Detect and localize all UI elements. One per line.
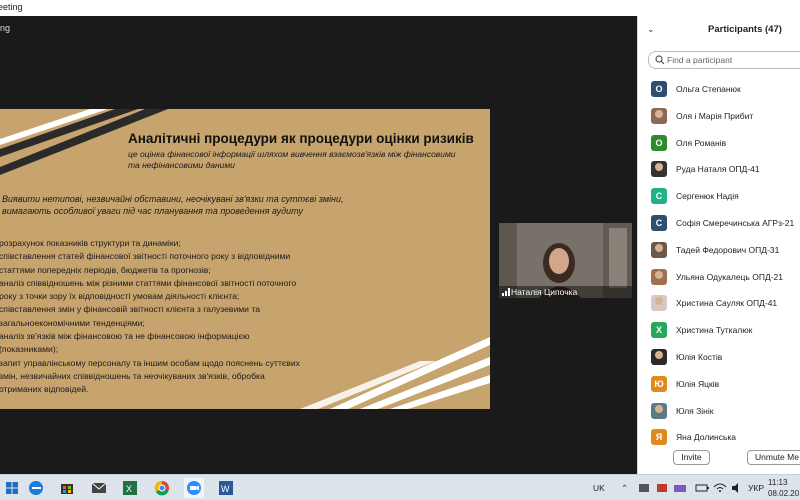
participant-list: O Ольга Степанюк Оля і Марія Прибит O Оля … (638, 76, 800, 451)
keyboard-lang-indicator[interactable]: UK (593, 475, 605, 500)
participant-name: Ульяна Одукалець ОПД-21 (676, 271, 783, 282)
avatar (651, 107, 667, 124)
participant-row[interactable]: Юля Зінік (638, 398, 800, 425)
mail-icon[interactable] (89, 478, 109, 498)
slide-line: року з точки зору їх відповідності умова… (0, 291, 240, 302)
meeting-view: ing Аналітичні процедури як процедури оц… (0, 16, 637, 474)
svg-text:X: X (126, 484, 132, 494)
participant-name: Христина Туткалюк (676, 325, 753, 336)
participant-row[interactable]: Ю Юлія Яцків (638, 371, 800, 398)
store-icon[interactable] (57, 478, 77, 498)
shared-slide: Аналітичні процедури як процедури оцінки… (0, 109, 490, 409)
slide-line: (показниками); (0, 344, 59, 355)
participant-name: Тадей Федорович ОПД-31 (676, 244, 780, 255)
svg-text:W: W (221, 484, 230, 494)
chevron-down-icon[interactable]: ⌄ (647, 24, 655, 35)
slide-line: аналіз зв'язків між фінансовою та не фін… (0, 331, 250, 342)
avatar: O (651, 81, 667, 97)
windows-start-icon[interactable] (2, 478, 22, 498)
slide-title: Аналітичні процедури як процедури оцінки… (128, 131, 474, 146)
participant-name: Юлія Костів (676, 351, 723, 362)
antivirus-icon[interactable] (654, 478, 670, 498)
participant-row[interactable]: C Сергенюк Надія (638, 183, 800, 210)
slide-line: отриманих відповідей. (0, 384, 89, 395)
slide-list: розрахунок показників структури та динам… (0, 237, 359, 397)
window-title: eeting (0, 2, 23, 12)
participants-panel: ⌄ Participants (47) O Ольга Степанюк Оля … (637, 16, 800, 474)
meeting-label: ing (0, 23, 11, 33)
participant-row[interactable]: Ульяна Одукалець ОПД-21 (638, 264, 800, 291)
avatar: C (651, 188, 667, 205)
slide-line: статтями попередніх періодів, бюджетів т… (0, 264, 211, 275)
wifi-icon[interactable] (712, 478, 728, 498)
zoom-icon[interactable] (184, 478, 204, 498)
participant-name: Христина Сауляк ОПД-41 (676, 298, 778, 309)
excel-icon[interactable]: X (120, 478, 140, 498)
participant-name: Оля Романів (676, 137, 727, 148)
slide-line: співставлення змін у фінансовій звітност… (0, 304, 260, 315)
participant-row[interactable]: X Христина Туткалюк (638, 317, 800, 344)
avatar (651, 348, 667, 365)
slide-line: запит управлінському персоналу та іншим … (0, 357, 300, 368)
slide-line: змін, незвичайних співвідношень та неочі… (0, 370, 265, 381)
avatar (651, 402, 667, 419)
slide-intro: Виявити нетипові, незвичайні обставини, … (2, 194, 344, 217)
avatar (651, 161, 667, 178)
tray-app-icon[interactable] (636, 478, 652, 498)
participant-row[interactable]: Оля і Марія Прибит (638, 103, 800, 130)
slide-line: співставлення статей фінансової звітност… (0, 251, 291, 262)
participant-name: Сергенюк Надія (676, 191, 739, 202)
clock-time: 11:13 (768, 478, 788, 487)
title-bar: eeting (0, 0, 800, 16)
volume-icon[interactable] (729, 478, 745, 498)
participant-row[interactable]: Руда Наталя ОПД-41 (638, 156, 800, 183)
avatar (651, 268, 667, 285)
chevron-up-icon[interactable]: ⌃ (621, 475, 628, 500)
network-icon[interactable] (672, 478, 688, 498)
avatar (651, 241, 667, 258)
participant-name: Юлія Яцків (676, 378, 720, 389)
participant-row[interactable]: O Ольга Степанюк (638, 76, 800, 103)
participant-name: Руда Наталя ОПД-41 (676, 164, 760, 175)
avatar: C (651, 214, 667, 231)
input-language[interactable]: УКР (748, 475, 764, 500)
participant-row[interactable]: Я Яна Долинська (638, 424, 800, 451)
unmute-me-button[interactable]: Unmute Me (747, 450, 800, 465)
participant-search[interactable] (648, 51, 800, 69)
participant-name: Яна Долинська (676, 432, 737, 443)
edge-browser-icon[interactable] (26, 478, 46, 498)
audio-signal-icon (502, 288, 510, 296)
chrome-icon[interactable] (152, 478, 172, 498)
participant-row[interactable]: O Оля Романів (638, 130, 800, 157)
clock-date: 08.02.20 (768, 489, 800, 498)
avatar: O (651, 134, 667, 151)
participant-name: Юля Зінік (676, 405, 714, 416)
participant-name: Оля і Марія Прибит (676, 110, 754, 121)
avatar (651, 295, 667, 312)
avatar: Я (651, 429, 667, 446)
video-tile[interactable]: Наталія Ципочка (499, 223, 632, 298)
battery-icon[interactable] (694, 478, 710, 498)
slide-line: аналіз співвідношень між різними статтям… (0, 277, 297, 288)
avatar: Ю (651, 375, 667, 392)
participant-row[interactable]: C Софія Смеречинська АГРз-21 (638, 210, 800, 237)
participants-title: Participants (47) (708, 24, 782, 35)
slide-line: розрахунок показників структури та динам… (0, 238, 181, 248)
clock[interactable]: 11:13 08.02.20 (768, 477, 800, 499)
word-icon[interactable]: W (216, 478, 236, 498)
participant-name: Софія Смеречинська АГРз-21 (676, 217, 795, 228)
search-icon (655, 55, 665, 65)
participant-row[interactable]: Христина Сауляк ОПД-41 (638, 290, 800, 317)
avatar: X (651, 322, 667, 339)
invite-button[interactable]: Invite (673, 450, 710, 465)
slide-subtitle: це оцінка фінансової інформації шляхом в… (128, 149, 456, 170)
participant-name: Ольга Степанюк (676, 84, 741, 94)
slide-line: загальноекономічними тенденціями; (0, 317, 145, 328)
participant-row[interactable]: Юлія Костів (638, 344, 800, 371)
video-name-bar: Наталія Ципочка (499, 286, 632, 298)
participant-row[interactable]: Тадей Федорович ОПД-31 (638, 237, 800, 264)
search-input[interactable] (667, 54, 797, 66)
taskbar: X W UK ⌃ УКР 11:13 08.02.20 (0, 474, 800, 500)
video-participant-name: Наталія Ципочка (511, 287, 578, 297)
